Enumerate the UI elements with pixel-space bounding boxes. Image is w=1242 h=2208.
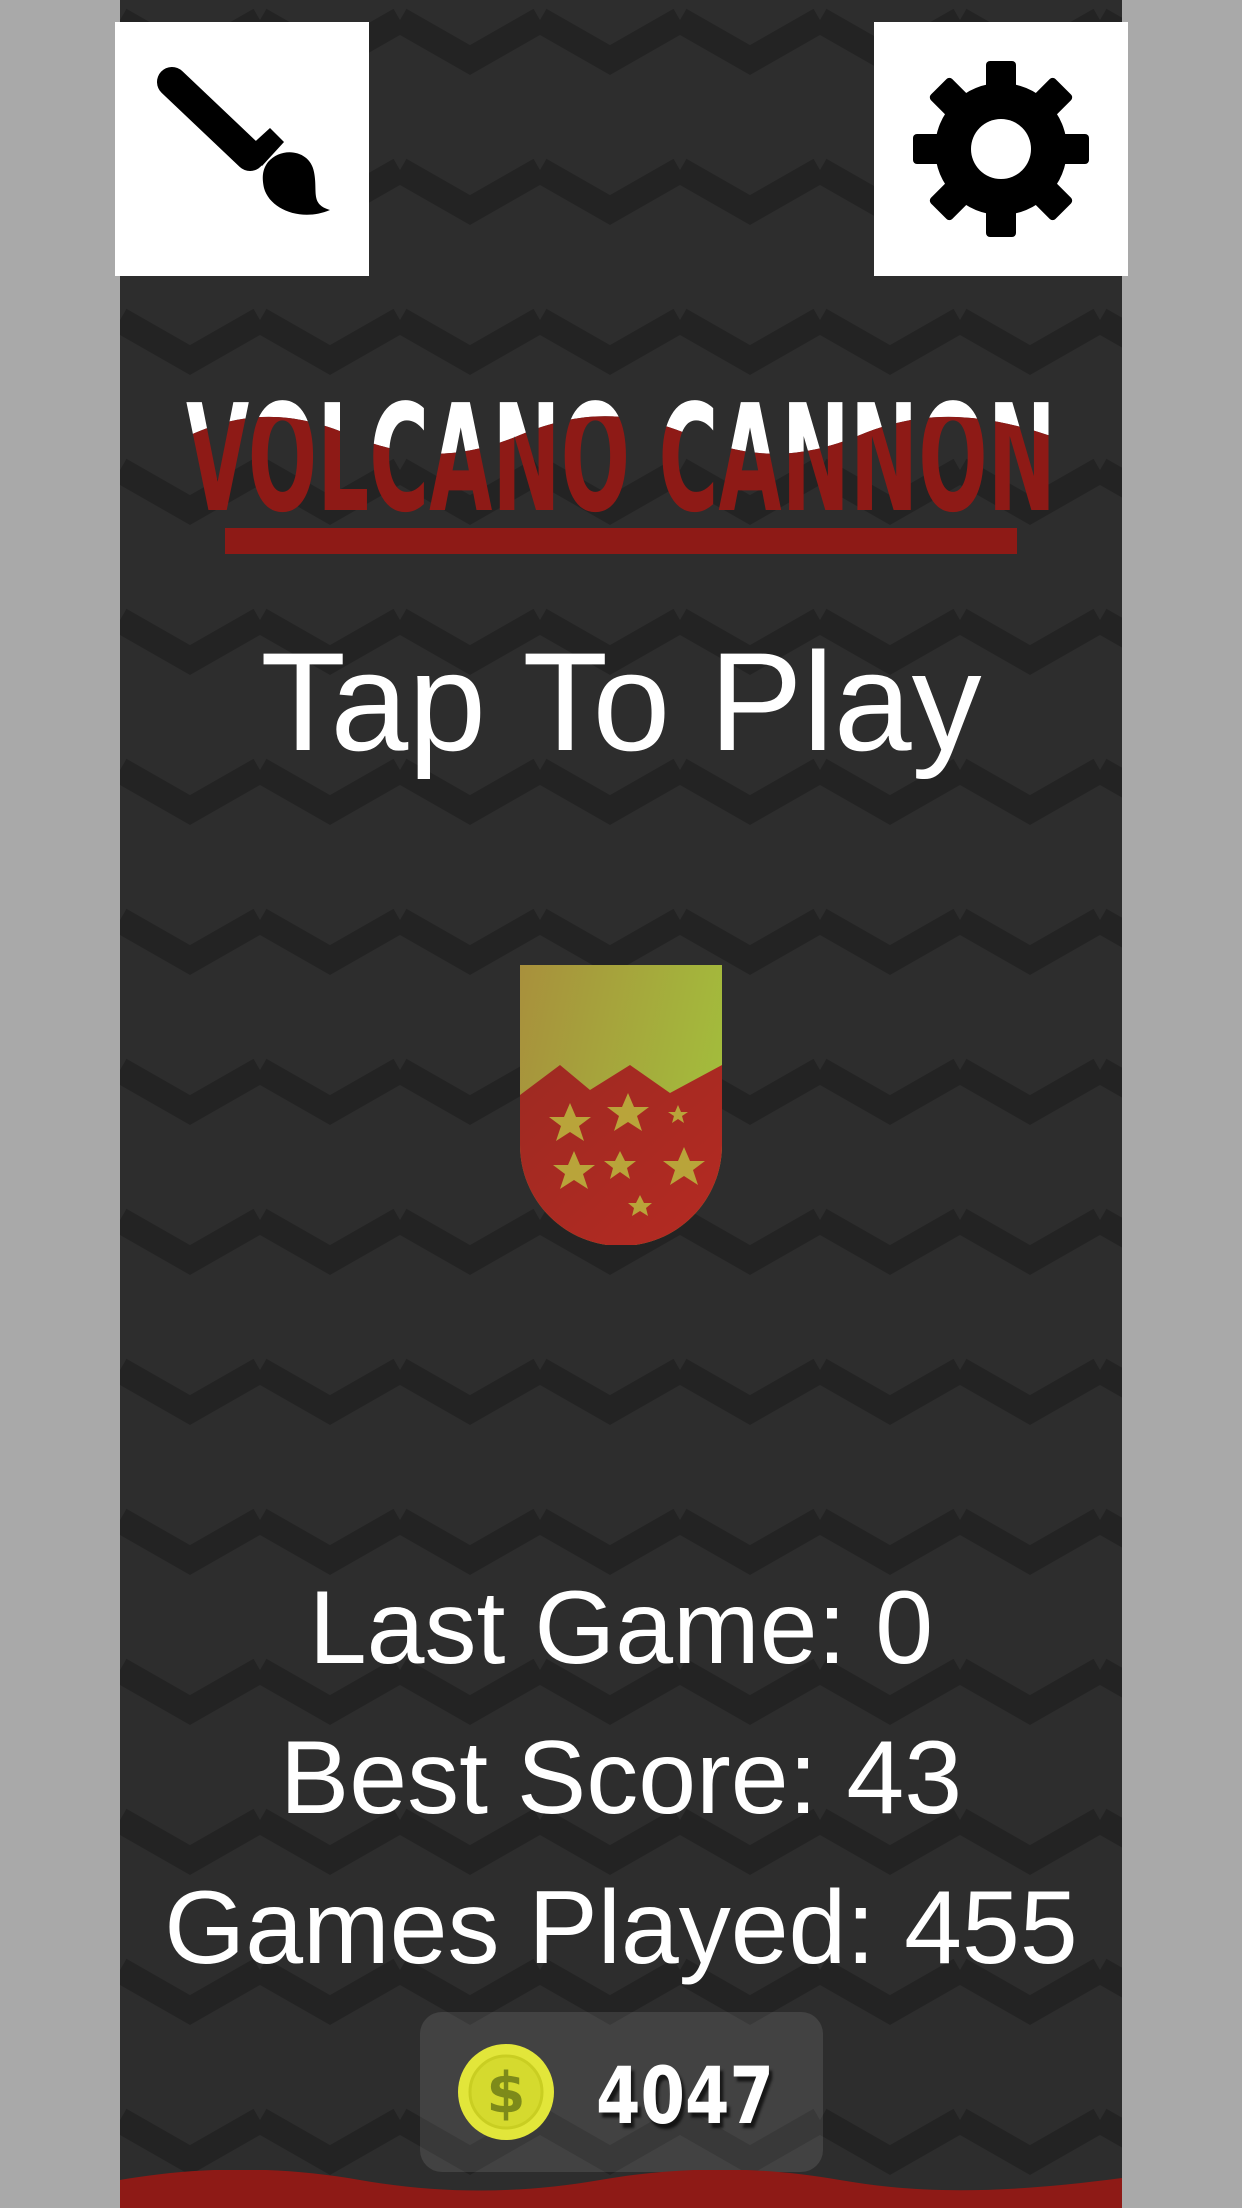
gear-icon [913,61,1089,237]
customize-button[interactable] [115,22,369,276]
coin-count: 4047 [595,2052,775,2142]
paintbrush-icon [157,67,330,215]
settings-button[interactable] [874,22,1128,276]
best-score-stat: Best Score: 43 [279,1720,963,1836]
last-game-stat: Last Game: 0 [308,1570,934,1686]
tap-to-play-prompt[interactable]: Tap To Play [0,622,1242,782]
games-played-stat: Games Played: 455 [164,1870,1078,1986]
coin-balance: $ 4047 [420,2012,823,2172]
svg-text:$: $ [487,2061,526,2126]
game-title-logo: VOLCANO CANNON VOLCANO CANNON [180,380,1062,560]
dollar-coin-icon: $ [458,2044,554,2140]
cannon-icon[interactable] [520,965,722,1245]
lava-strip [120,2170,1122,2208]
title-underline [225,528,1017,554]
